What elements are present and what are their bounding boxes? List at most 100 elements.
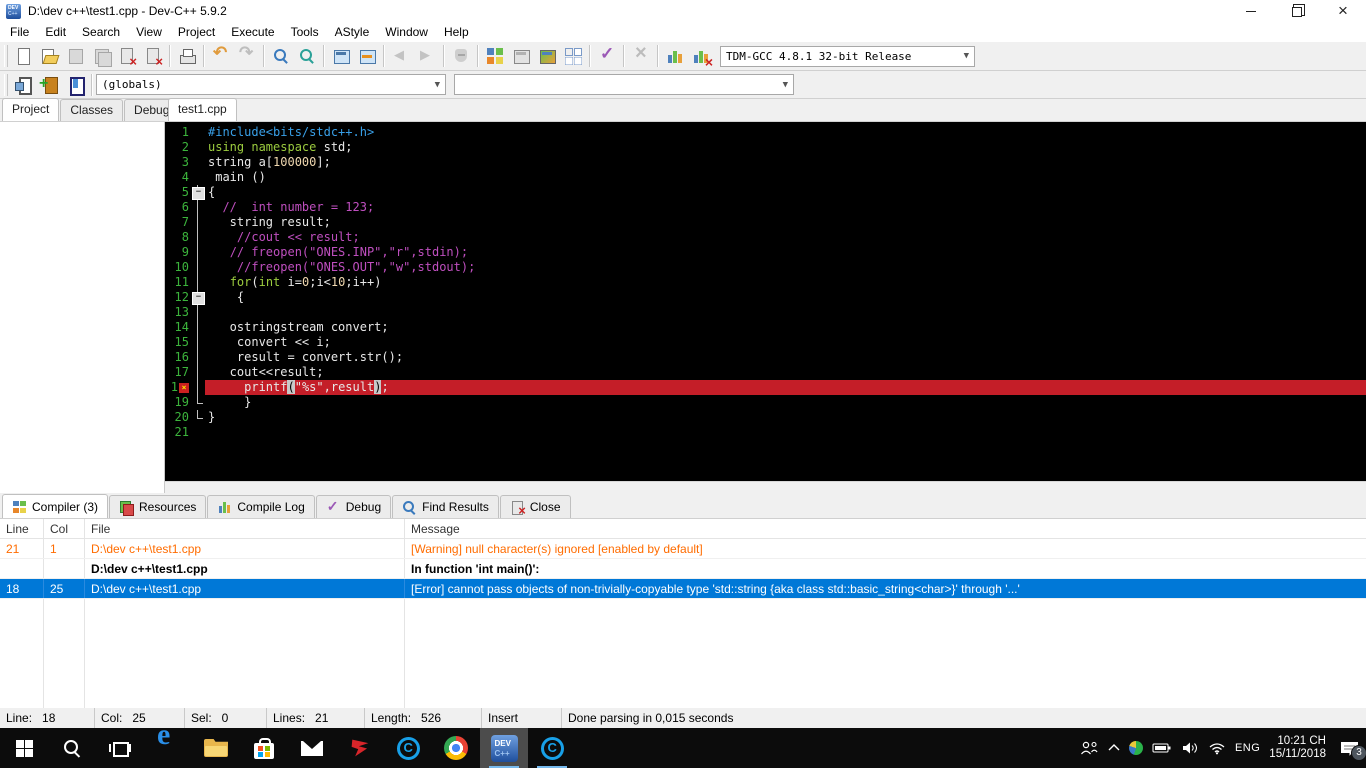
compiler-row[interactable]: 18 25 D:\dev c++\test1.cpp [Error] cannot p… bbox=[0, 579, 1366, 599]
editor-hscrollbar[interactable] bbox=[165, 481, 1366, 493]
open-file-button[interactable] bbox=[36, 44, 62, 69]
code-line-1[interactable]: 1 #include<bits/stdc++.h> bbox=[165, 125, 1366, 140]
taskbar-store-button[interactable] bbox=[240, 728, 288, 768]
code-line-15[interactable]: 15 convert << i; bbox=[165, 335, 1366, 350]
globals-select[interactable]: (globals) ▼ bbox=[96, 74, 446, 95]
menu-help[interactable]: Help bbox=[436, 23, 477, 41]
report-tab-compiler-3[interactable]: Compiler (3) bbox=[2, 494, 109, 518]
run-button[interactable] bbox=[508, 44, 534, 69]
code-line-8[interactable]: 8 //cout << result; bbox=[165, 230, 1366, 245]
close-button[interactable] bbox=[1320, 0, 1366, 22]
goto-line-button[interactable] bbox=[354, 44, 380, 69]
menu-execute[interactable]: Execute bbox=[223, 23, 282, 41]
action-center-icon[interactable]: 3 bbox=[1339, 740, 1366, 761]
compiler-profile-select[interactable]: TDM-GCC 4.8.1 32-bit Release ▼ bbox=[720, 45, 975, 67]
taskbar-mail-button[interactable] bbox=[288, 728, 336, 768]
bookmark-goto-button[interactable] bbox=[62, 72, 88, 97]
rebuild-button[interactable] bbox=[560, 44, 586, 69]
close-file-button[interactable] bbox=[114, 44, 140, 69]
print-button[interactable] bbox=[174, 44, 200, 69]
compile-run-button[interactable] bbox=[534, 44, 560, 69]
redo-button[interactable] bbox=[234, 43, 260, 69]
code-line-7[interactable]: 7 string result; bbox=[165, 215, 1366, 230]
menu-project[interactable]: Project bbox=[170, 23, 223, 41]
replace-button[interactable] bbox=[328, 44, 354, 69]
report-tab-debug[interactable]: Debug bbox=[315, 495, 392, 518]
code-line-11[interactable]: 11 for(int i=0;i<10;i++) bbox=[165, 275, 1366, 290]
report-tab-resources[interactable]: Resources bbox=[109, 495, 207, 518]
taskbar-chrome-button[interactable] bbox=[432, 728, 480, 768]
people-icon[interactable] bbox=[1080, 740, 1099, 756]
report-tab-find-results[interactable]: Find Results bbox=[392, 495, 499, 518]
idm-tray-icon[interactable] bbox=[1128, 741, 1143, 755]
code-editor[interactable]: 1 #include<bits/stdc++.h> 2 using namespace… bbox=[165, 122, 1366, 481]
wifi-icon[interactable] bbox=[1208, 742, 1226, 755]
clock[interactable]: 10:21 CH 15/11/2018 bbox=[1269, 735, 1326, 761]
code-line-9[interactable]: 9 // freopen("ONES.INP","r",stdin); bbox=[165, 245, 1366, 260]
code-line-6[interactable]: 6 // int number = 123; bbox=[165, 200, 1366, 215]
compiler-row[interactable]: D:\dev c++\test1.cpp In function 'int mai… bbox=[0, 559, 1366, 579]
taskbar-edge-button[interactable] bbox=[144, 718, 192, 768]
menu-astyle[interactable]: AStyle bbox=[327, 23, 378, 41]
taskbar-search-button[interactable] bbox=[48, 728, 96, 768]
code-line-20[interactable]: 20} bbox=[165, 410, 1366, 425]
code-line-21[interactable]: 21 bbox=[165, 425, 1366, 440]
menu-search[interactable]: Search bbox=[74, 23, 128, 41]
restore-button[interactable] bbox=[1274, 0, 1320, 22]
profile-button[interactable] bbox=[662, 44, 688, 69]
minimize-button[interactable] bbox=[1228, 0, 1274, 22]
abort-button[interactable] bbox=[628, 42, 654, 69]
menu-file[interactable]: File bbox=[2, 23, 37, 41]
find-in-files-button[interactable] bbox=[294, 44, 320, 69]
taskbar-start-button[interactable] bbox=[0, 728, 48, 768]
report-tab-close[interactable]: Close bbox=[499, 495, 571, 518]
battery-icon[interactable] bbox=[1152, 742, 1172, 754]
taskbar-coccoc-button[interactable] bbox=[384, 728, 432, 768]
save-all-button[interactable] bbox=[88, 44, 114, 69]
chevron-up-icon[interactable] bbox=[1108, 744, 1120, 752]
code-line-5[interactable]: 5{ bbox=[165, 185, 1366, 200]
profile-delete-button[interactable] bbox=[688, 44, 714, 70]
code-line-16[interactable]: 16 result = convert.str(); bbox=[165, 350, 1366, 365]
tab-classes[interactable]: Classes bbox=[60, 99, 124, 121]
tab-project[interactable]: Project bbox=[2, 98, 60, 121]
code-line-12[interactable]: 12 { bbox=[165, 290, 1366, 305]
forward-button[interactable] bbox=[414, 44, 440, 69]
save-button[interactable] bbox=[62, 44, 88, 69]
taskbar-task-view-button[interactable] bbox=[96, 728, 144, 768]
editor-tab-test1-cpp[interactable]: test1.cpp bbox=[168, 98, 237, 121]
language-indicator[interactable]: ENG bbox=[1235, 742, 1260, 754]
code-line-13[interactable]: 13 bbox=[165, 305, 1366, 320]
syntax-check-button[interactable] bbox=[594, 44, 620, 69]
report-tab-compile-log[interactable]: Compile Log bbox=[207, 495, 315, 518]
menu-window[interactable]: Window bbox=[377, 23, 436, 41]
menu-view[interactable]: View bbox=[128, 23, 170, 41]
taskbar-file-explorer-button[interactable] bbox=[192, 728, 240, 768]
close-all-button[interactable] bbox=[140, 44, 166, 69]
code-line-19[interactable]: 19 } bbox=[165, 395, 1366, 410]
code-line-10[interactable]: 10 //freopen("ONES.OUT","w",stdout); bbox=[165, 260, 1366, 275]
taskbar-devcpp-button[interactable] bbox=[480, 728, 528, 768]
taskbar-garena-button[interactable] bbox=[336, 728, 384, 768]
insert-button[interactable] bbox=[10, 72, 36, 97]
members-select[interactable]: ▼ bbox=[454, 74, 794, 95]
undo-button[interactable] bbox=[208, 43, 234, 69]
menu-tools[interactable]: Tools bbox=[283, 23, 327, 41]
code-line-14[interactable]: 14 ostringstream convert; bbox=[165, 320, 1366, 335]
find-button[interactable] bbox=[268, 44, 294, 69]
profile-shield-button[interactable] bbox=[448, 44, 474, 69]
back-button[interactable] bbox=[388, 44, 414, 69]
volume-icon[interactable] bbox=[1181, 741, 1199, 755]
bookmark-add-button[interactable] bbox=[36, 72, 62, 97]
menu-edit[interactable]: Edit bbox=[37, 23, 74, 41]
new-file-button[interactable] bbox=[10, 44, 36, 69]
code-line-18[interactable]: 1 × printf("%s",result); bbox=[165, 380, 1366, 395]
code-line-2[interactable]: 2 using namespace std; bbox=[165, 140, 1366, 155]
taskbar-coccoc-2-button[interactable] bbox=[528, 728, 576, 768]
compiler-row[interactable]: 21 1 D:\dev c++\test1.cpp [Warning] null ch… bbox=[0, 539, 1366, 559]
code-line-3[interactable]: 3 string a[100000]; bbox=[165, 155, 1366, 170]
code-line-17[interactable]: 17 cout<<result; bbox=[165, 365, 1366, 380]
project-panel[interactable] bbox=[0, 122, 165, 481]
code-line-4[interactable]: 4 main () bbox=[165, 170, 1366, 185]
compile-button[interactable] bbox=[482, 44, 508, 69]
